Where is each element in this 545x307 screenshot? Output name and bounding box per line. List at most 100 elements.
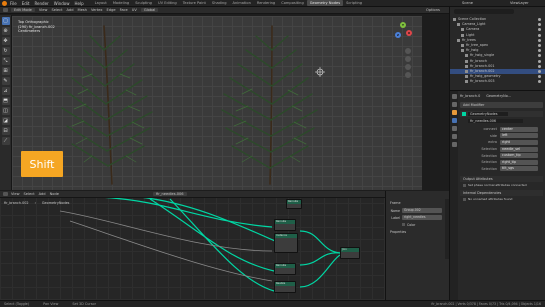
editor-type-icon[interactable] xyxy=(3,8,8,12)
viewport-menu-mesh[interactable]: Mesh xyxy=(78,8,87,12)
constraints-tab-icon[interactable] xyxy=(451,134,457,139)
node-sidebar-section[interactable]: Frame xyxy=(386,191,449,207)
orientation-selector[interactable]: Global xyxy=(140,8,159,12)
zoom-icon[interactable] xyxy=(405,48,411,54)
visibility-eye-icon[interactable] xyxy=(538,33,541,37)
gizmo-y-icon[interactable]: Y xyxy=(400,22,406,28)
tab-compositing[interactable]: Compositing xyxy=(278,0,307,6)
node-group-field[interactable]: fir_needles.006 xyxy=(468,119,523,123)
scale-tool-icon[interactable]: ⤡ xyxy=(1,57,10,65)
annotate-tool-icon[interactable]: ✎ xyxy=(1,77,10,85)
tab-geometry-nodes[interactable]: Geometry Nodes xyxy=(306,0,344,6)
viewport-menu-vertex[interactable]: Vertex xyxy=(91,8,103,12)
tab-layout[interactable]: Layout xyxy=(92,0,110,6)
viewport-menu-edge[interactable]: Edge xyxy=(107,8,116,12)
frame-label-field[interactable]: right_needles xyxy=(402,215,442,220)
node-group-selector[interactable]: fir_needles.006 xyxy=(152,192,187,196)
rotate-tool-icon[interactable]: ↻ xyxy=(1,47,10,55)
view-layer-selector[interactable]: ViewLayer xyxy=(510,1,529,5)
node-menu-node[interactable]: Node xyxy=(50,192,59,196)
object-tab-icon[interactable] xyxy=(451,110,457,115)
viewport-menu-view[interactable]: View xyxy=(39,8,48,12)
gizmo-z-icon[interactable]: Z xyxy=(395,32,401,38)
tab-scripting[interactable]: Scripting xyxy=(343,0,365,6)
reroute-node[interactable]: Reroute xyxy=(274,263,296,275)
loopcut-tool-icon[interactable]: ⊟ xyxy=(1,127,10,135)
info-checkbox-1[interactable] xyxy=(463,183,466,187)
modifier-input-field[interactable]: custom_tip xyxy=(500,153,538,159)
viewport-menu-uv[interactable]: UV xyxy=(132,8,137,12)
visibility-eye-icon[interactable] xyxy=(538,59,541,63)
modifier-name-field[interactable]: GeometryNodes xyxy=(468,112,508,116)
measure-tool-icon[interactable]: ⊿ xyxy=(1,87,10,95)
add-modifier-button[interactable]: Add Modifier xyxy=(460,102,543,108)
knife-tool-icon[interactable]: ⟋ xyxy=(1,137,10,145)
modifier-input-field[interactable]: right_tip xyxy=(500,159,538,165)
menu-render[interactable]: Render xyxy=(34,1,48,6)
gizmo-x-icon[interactable]: X xyxy=(406,30,412,36)
tab-modeling[interactable]: Modeling xyxy=(110,0,132,6)
visibility-eye-icon[interactable] xyxy=(538,18,541,22)
visibility-eye-icon[interactable] xyxy=(538,38,541,42)
viewport-menu-add[interactable]: Add xyxy=(67,8,74,12)
viewport-menu-select[interactable]: Select xyxy=(51,8,62,12)
tab-uv-editing[interactable]: UV Editing xyxy=(155,0,180,6)
select-tool-icon[interactable]: ▢ xyxy=(1,17,10,25)
visibility-eye-icon[interactable] xyxy=(538,28,541,32)
tab-shading[interactable]: Shading xyxy=(209,0,230,6)
bevel-tool-icon[interactable]: ◪ xyxy=(1,117,10,125)
tab-texture-paint[interactable]: Texture Paint xyxy=(180,0,209,6)
node-editor[interactable]: fir_branch.002 › GeometryNodes Reroute R… xyxy=(0,191,385,300)
menu-edit[interactable]: Edit xyxy=(22,1,30,6)
menu-file[interactable]: File xyxy=(10,1,17,6)
modifier-input-field[interactable]: center xyxy=(500,126,538,132)
pan-icon[interactable] xyxy=(405,56,411,62)
modifier-input-field[interactable]: tilt_sgs xyxy=(500,166,538,172)
visibility-eye-icon[interactable] xyxy=(538,44,541,48)
transform-tool-icon[interactable]: ⊞ xyxy=(1,67,10,75)
camera-view-icon[interactable] xyxy=(405,64,411,70)
join-node[interactable]: Join xyxy=(340,247,360,259)
visibility-eye-icon[interactable] xyxy=(538,80,541,84)
tab-rendering[interactable]: Rendering xyxy=(254,0,278,6)
tool-tab-icon[interactable] xyxy=(451,94,457,99)
visibility-eye-icon[interactable] xyxy=(538,49,541,53)
modifier-input-field[interactable]: right xyxy=(500,139,538,145)
scene-selector[interactable]: Scene xyxy=(462,1,473,5)
instance-node[interactable]: Instance xyxy=(274,233,298,253)
menu-help[interactable]: Help xyxy=(74,1,83,6)
modifier-input-field[interactable]: left xyxy=(500,133,538,139)
reroute-node[interactable]: Reroute xyxy=(274,219,296,231)
outliner-search-input[interactable] xyxy=(454,9,514,14)
node-editor-type-icon[interactable] xyxy=(3,192,8,196)
info-checkbox-2[interactable] xyxy=(463,197,466,201)
realize-node[interactable]: Realize xyxy=(274,281,296,293)
tab-animation[interactable]: Animation xyxy=(230,0,254,6)
3d-cursor-icon[interactable] xyxy=(315,67,325,77)
cursor-tool-icon[interactable]: ⊕ xyxy=(1,27,10,35)
move-tool-icon[interactable]: ✥ xyxy=(1,37,10,45)
color-checkbox[interactable] xyxy=(402,223,405,226)
physics-tab-icon[interactable] xyxy=(451,126,457,131)
options-dropdown[interactable]: Options xyxy=(426,8,440,12)
render-tab-icon[interactable] xyxy=(451,102,457,107)
outliner-item[interactable]: fir_branch.003 xyxy=(450,79,545,84)
modifier-input-field[interactable]: needle_sel xyxy=(500,146,538,152)
node-menu-select[interactable]: Select xyxy=(24,192,35,196)
inset-tool-icon[interactable]: ◫ xyxy=(1,107,10,115)
node-menu-view[interactable]: View xyxy=(11,192,20,196)
reroute-node[interactable]: Reroute xyxy=(286,199,302,209)
visibility-eye-icon[interactable] xyxy=(538,69,541,73)
viewport-menu-face[interactable]: Face xyxy=(120,8,128,12)
frame-properties-panel[interactable]: Properties xyxy=(386,230,449,234)
visibility-eye-icon[interactable] xyxy=(538,54,541,58)
navigation-gizmo[interactable]: X Y Z xyxy=(392,22,414,44)
extrude-tool-icon[interactable]: ⬒ xyxy=(1,97,10,105)
tab-sculpting[interactable]: Sculpting xyxy=(132,0,155,6)
node-menu-add[interactable]: Add xyxy=(39,192,46,196)
menu-window[interactable]: Window xyxy=(54,1,70,6)
ortho-toggle-icon[interactable] xyxy=(405,72,411,78)
frame-name-field[interactable]: Group.002 xyxy=(402,208,442,213)
visibility-eye-icon[interactable] xyxy=(538,64,541,68)
mode-selector[interactable]: Edit Mode xyxy=(11,8,35,12)
